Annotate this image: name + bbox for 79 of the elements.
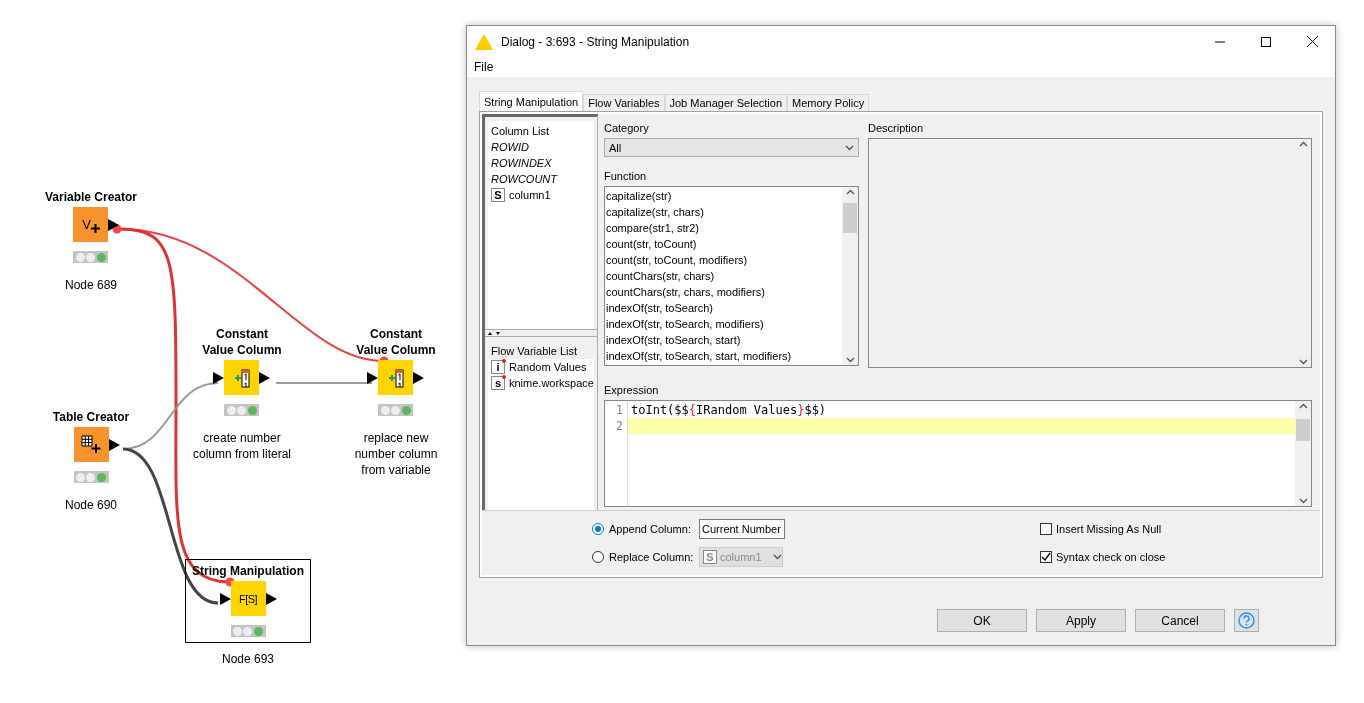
- checkmark-icon: [1041, 552, 1051, 562]
- column-item[interactable]: ROWINDEX: [488, 155, 594, 171]
- warning-icon: [475, 33, 493, 50]
- category-dropdown[interactable]: All: [604, 138, 859, 157]
- node-icon[interactable]: V: [73, 207, 109, 242]
- node-icon[interactable]: [224, 360, 260, 395]
- checkbox[interactable]: [1040, 551, 1052, 563]
- node-icon[interactable]: [73, 427, 109, 462]
- column-item[interactable]: ROWID: [488, 139, 594, 155]
- chevron-up-icon: [1298, 141, 1308, 147]
- node-label: Node 689: [64, 277, 117, 293]
- option-label: Syntax check on close: [1056, 551, 1166, 563]
- type-badge: i: [491, 360, 505, 375]
- function-item[interactable]: indexOf(str, toSearch): [605, 300, 842, 316]
- expression-editor[interactable]: 1 2 toInt($${IRandom Values}$$): [604, 399, 1312, 507]
- scrollbar-thumb[interactable]: [843, 203, 857, 233]
- field-label: Expression: [604, 382, 660, 398]
- option-label: Append Column:: [609, 523, 692, 535]
- tab[interactable]: String Manipulation: [479, 91, 584, 111]
- node-label: replace new number column from variable: [354, 430, 438, 478]
- flow-variable-item[interactable]: i Random Values: [488, 359, 594, 376]
- option-label: Replace Column:: [609, 551, 695, 563]
- column-name-field[interactable]: Current Number: [699, 519, 785, 539]
- node-label: create number column from literal: [193, 430, 291, 462]
- flow-variable-item[interactable]: s knime.workspace: [488, 375, 594, 392]
- field-label: Category: [604, 121, 650, 136]
- chevron-down-icon: [773, 554, 782, 560]
- line-number: 1: [615, 401, 624, 418]
- column-item[interactable]: ROWCOUNT: [488, 171, 594, 187]
- field-label: Function: [604, 169, 648, 184]
- maximize-icon: [1261, 36, 1271, 47]
- node-title: Table Creator: [52, 409, 130, 425]
- menu-item[interactable]: File: [473, 60, 495, 74]
- list-title: Column List: [490, 124, 551, 139]
- checkbox[interactable]: [1040, 523, 1052, 535]
- type-badge: S: [491, 188, 505, 202]
- function-item[interactable]: indexOf(str, toSearch, start, modifiers): [605, 348, 842, 364]
- field-label: Description: [868, 121, 925, 136]
- scrollbar[interactable]: [842, 187, 858, 365]
- help-icon: [1238, 612, 1255, 629]
- function-item[interactable]: capitalize(str): [605, 188, 842, 204]
- dialog-button[interactable]: Cancel: [1135, 609, 1225, 632]
- dialog-button[interactable]: Apply: [1036, 609, 1126, 632]
- chevron-down-icon: [845, 357, 855, 363]
- close-icon: [1306, 36, 1318, 47]
- function-item[interactable]: count(str, toCount, modifiers): [605, 252, 842, 268]
- node-title: Constant Value Column: [202, 326, 282, 358]
- chevron-down-icon: [1298, 359, 1308, 365]
- chevron-up-icon: [1298, 402, 1308, 409]
- node-label: Node 690: [64, 497, 117, 513]
- chevron-down-icon: [845, 144, 854, 151]
- scrollbar[interactable]: [1295, 400, 1311, 506]
- type-badge: s: [491, 376, 505, 391]
- node-icon[interactable]: [378, 360, 414, 395]
- node-label: Node 693: [221, 651, 274, 667]
- node-title: Variable Creator: [44, 189, 137, 205]
- tab[interactable]: Job Manager Selection: [664, 94, 787, 111]
- column-item[interactable]: S column1: [488, 187, 594, 203]
- node-title: Constant Value Column: [356, 326, 436, 358]
- function-item[interactable]: indexOf(str, toSearch, start): [605, 332, 842, 348]
- tab[interactable]: Memory Policy: [787, 94, 870, 111]
- function-item[interactable]: countChars(str, chars): [605, 268, 842, 284]
- function-item[interactable]: countChars(str, chars, modifiers): [605, 284, 842, 300]
- dialog-button[interactable]: OK: [937, 609, 1027, 632]
- function-item[interactable]: compare(str1, str2): [605, 220, 842, 236]
- node-icon[interactable]: F[S]: [230, 581, 266, 616]
- option-label: Insert Missing As Null: [1056, 523, 1162, 535]
- code-line: toInt($${IRandom Values}$$): [630, 401, 828, 418]
- chevron-down-icon: [1298, 497, 1308, 504]
- line-number: 2: [615, 417, 624, 434]
- tab[interactable]: Flow Variables: [583, 94, 665, 111]
- function-item[interactable]: count(str, toCount): [605, 236, 842, 252]
- radio-button[interactable]: [592, 523, 604, 535]
- chevron-up-icon: [845, 189, 855, 195]
- function-item[interactable]: indexOf(str, toSearch, modifiers): [605, 316, 842, 332]
- window-title: Dialog - 3:693 - String Manipulation: [501, 34, 691, 49]
- function-item[interactable]: capitalize(str, chars): [605, 204, 842, 220]
- list-title: Flow Variable List: [490, 344, 578, 360]
- scrollbar-thumb[interactable]: [1296, 418, 1310, 441]
